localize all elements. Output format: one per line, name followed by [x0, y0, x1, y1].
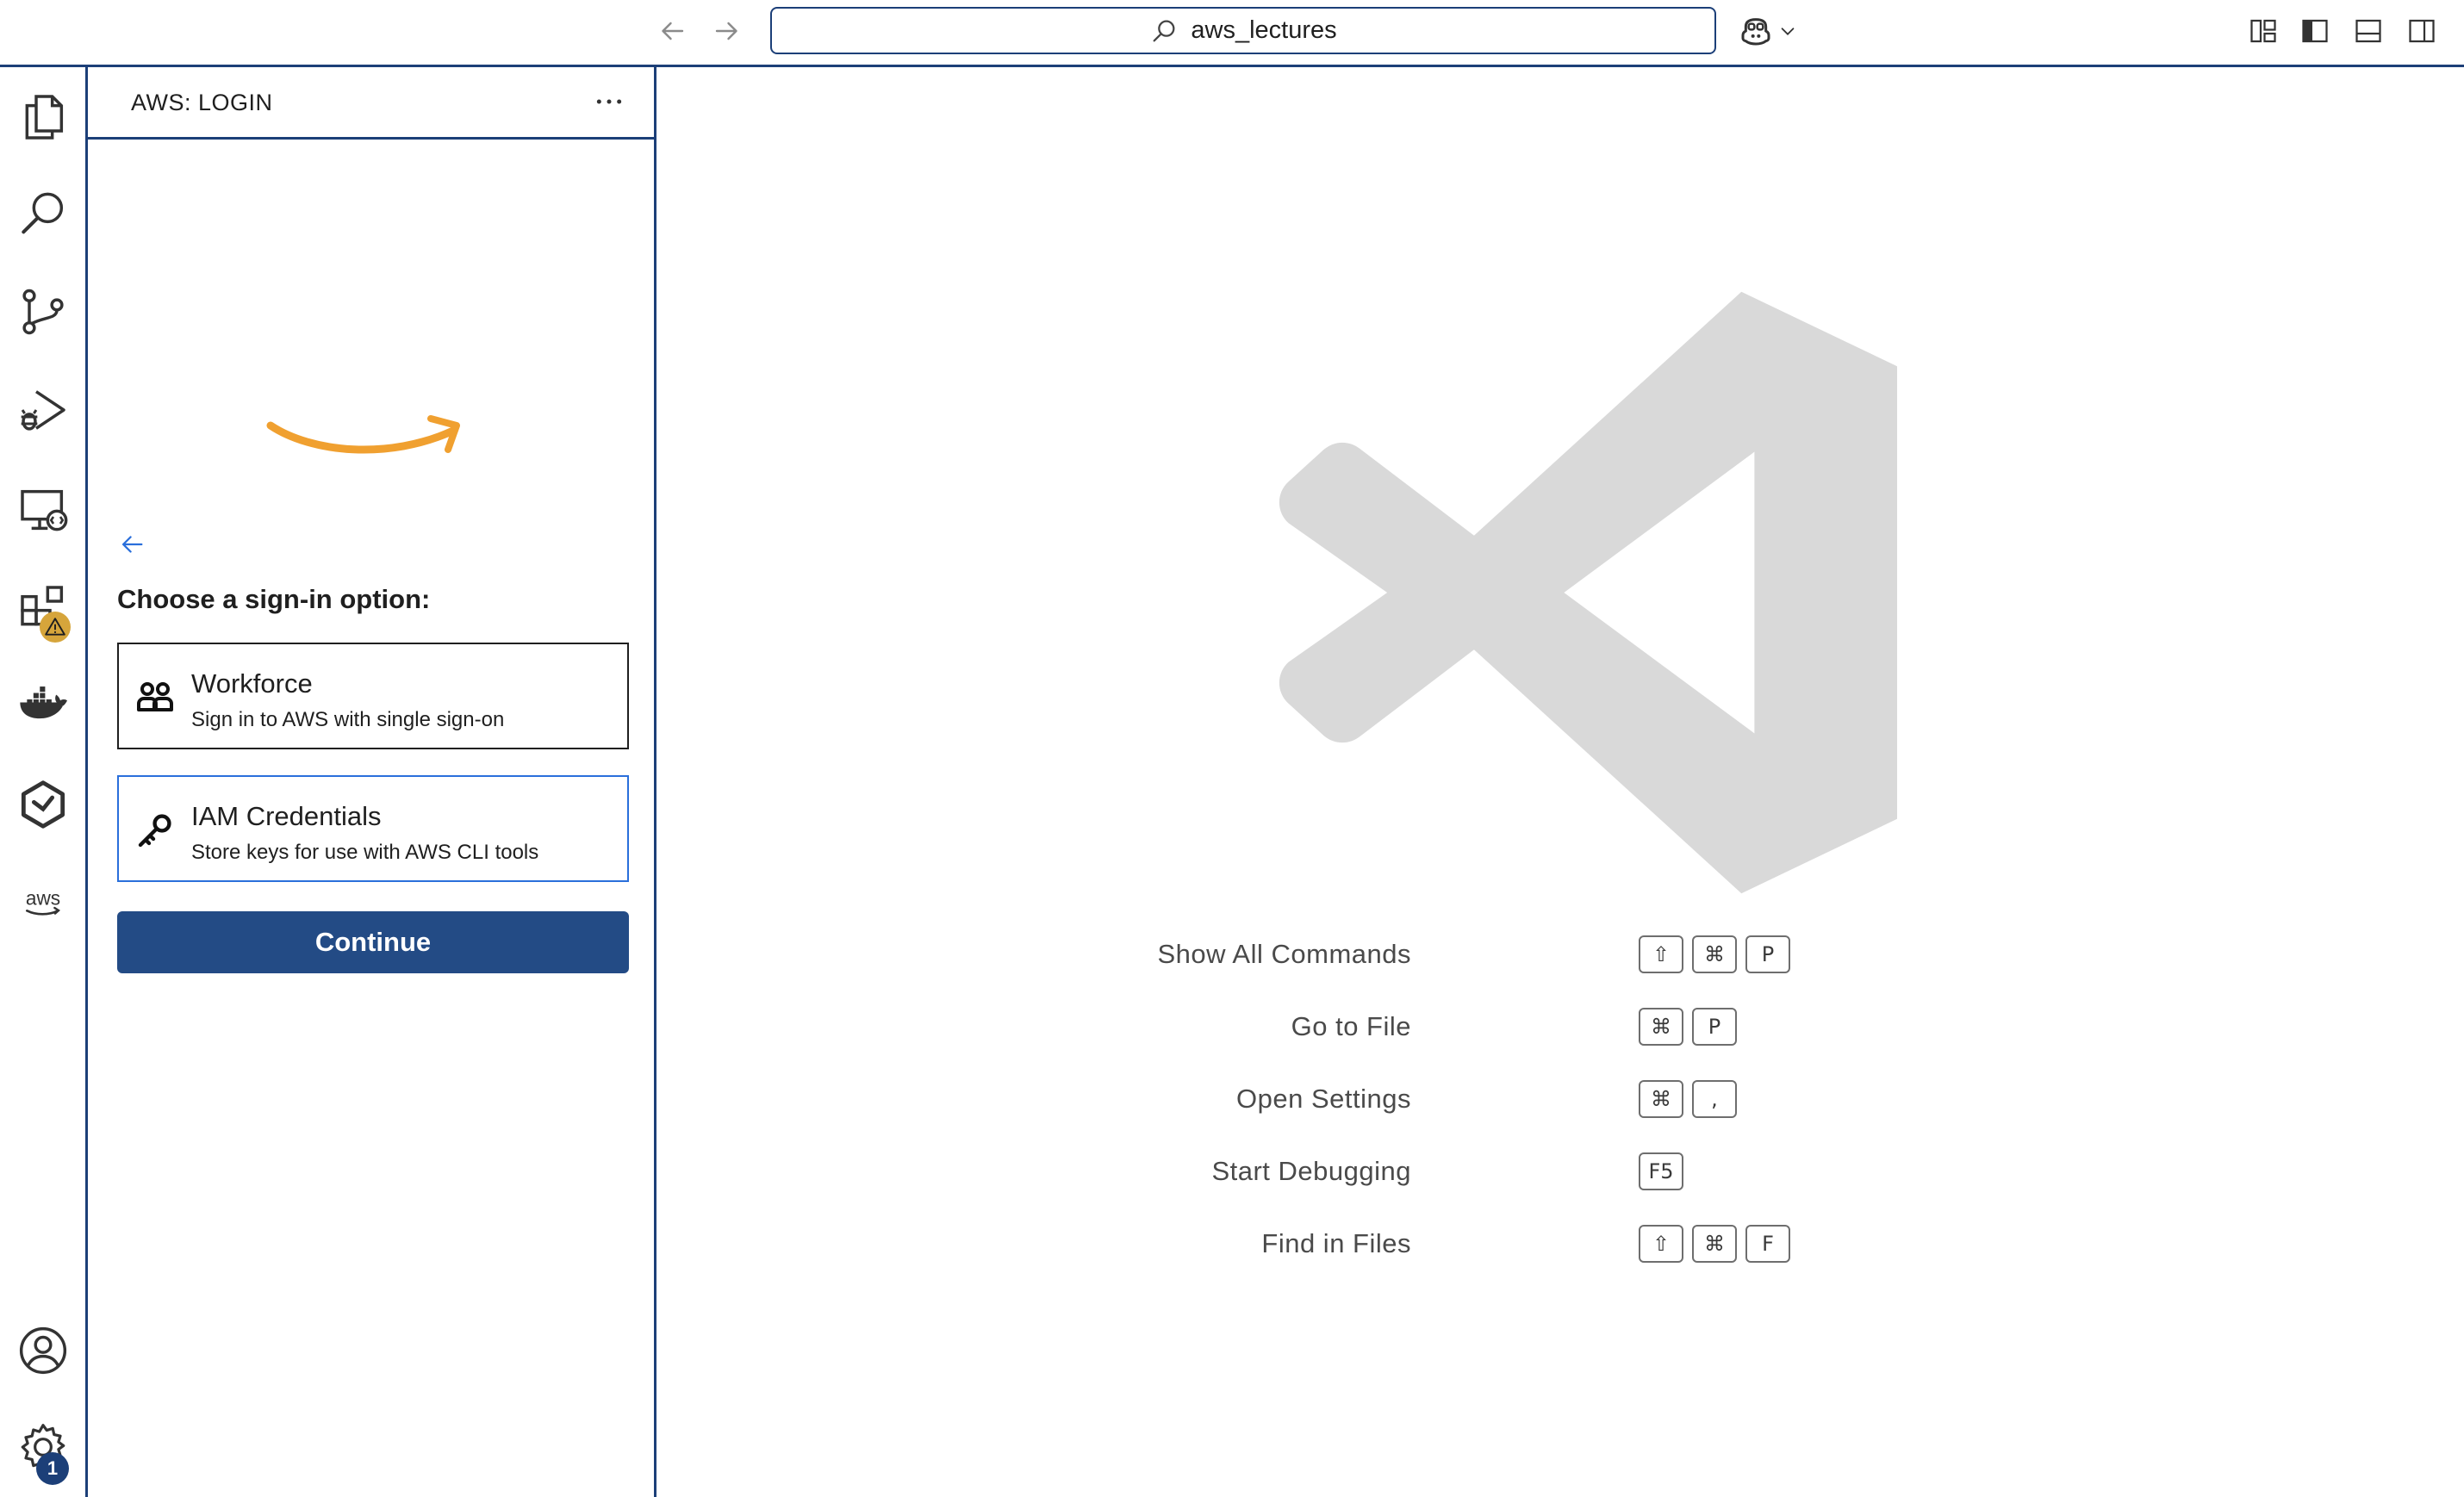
activity-search[interactable] [0, 171, 85, 257]
sign-in-prompt: Choose a sign-in option: [117, 584, 431, 614]
activity-kubernetes[interactable] [0, 761, 85, 848]
shortcut-show-all-commands: Show All Commands ⇧ ⌘ P [656, 929, 2464, 980]
shortcut-label: Go to File [1291, 1011, 1411, 1041]
kubernetes-icon [21, 780, 65, 829]
key-comma: , [1692, 1080, 1737, 1118]
key-command: ⌘ [1692, 935, 1737, 973]
account-icon [19, 1326, 66, 1375]
key-command: ⌘ [1639, 1008, 1683, 1046]
aws-smile-logo [266, 415, 460, 454]
source-control-icon [22, 289, 64, 335]
run-debug-icon [21, 390, 65, 431]
remote-explorer-icon [20, 489, 67, 531]
copilot-icon [1741, 18, 1770, 46]
copilot-menu-button[interactable] [1739, 12, 1797, 50]
go-forward-button[interactable] [706, 12, 748, 50]
aws-icon: aws [25, 887, 60, 916]
option-title: IAM Credentials [191, 801, 382, 831]
toggle-primary-sidebar-button[interactable] [2295, 12, 2335, 50]
search-icon [21, 192, 63, 234]
shortcut-start-debugging: Start Debugging F5 [656, 1146, 2464, 1197]
back-button[interactable] [112, 527, 152, 562]
arrow-left-icon [662, 22, 684, 40]
option-workforce[interactable]: Workforce Sign in to AWS with single sig… [117, 643, 629, 749]
shortcut-label: Show All Commands [1157, 939, 1411, 969]
activity-remote-explorer[interactable] [0, 467, 85, 553]
activity-manage-settings[interactable]: 1 [0, 1404, 85, 1490]
key-f: F [1745, 1225, 1790, 1263]
activity-extensions[interactable] [0, 565, 85, 651]
option-description: Sign in to AWS with single sign-on [191, 708, 505, 731]
settings-update-badge: 1 [36, 1452, 69, 1485]
activity-accounts[interactable] [0, 1308, 85, 1394]
toggle-secondary-sidebar-button[interactable] [2402, 12, 2442, 50]
go-back-button[interactable] [651, 12, 693, 50]
key-command: ⌘ [1692, 1225, 1737, 1263]
shortcut-label: Start Debugging [1211, 1156, 1411, 1186]
chevron-down-icon [1781, 28, 1795, 35]
continue-button[interactable]: Continue [117, 911, 629, 973]
shortcut-go-to-file: Go to File ⌘ P [656, 1001, 2464, 1053]
ellipsis-icon [596, 99, 622, 104]
search-icon [1153, 20, 1175, 41]
toggle-panel-icon [2355, 19, 2381, 43]
key-command: ⌘ [1639, 1080, 1683, 1118]
shortcut-open-settings: Open Settings ⌘ , [656, 1073, 2464, 1125]
aws-login-sidebar: AWS: LOGIN Choose a sign-in option: Work… [88, 67, 656, 1497]
editor-empty-area: Show All Commands ⇧ ⌘ P Go to File ⌘ P O… [656, 67, 2464, 1497]
svg-text:aws: aws [25, 887, 59, 910]
shortcut-find-in-files: Find in Files ⇧ ⌘ F [656, 1218, 2464, 1270]
customize-layout-button[interactable] [2243, 12, 2283, 50]
toggle-secondary-sidebar-icon [2409, 19, 2435, 43]
sidebar-title: AWS: LOGIN [131, 90, 273, 115]
key-shift: ⇧ [1639, 1225, 1683, 1263]
activity-run-debug[interactable] [0, 367, 85, 453]
key-p: P [1745, 935, 1790, 973]
vscode-logo-watermark [1279, 291, 1897, 894]
command-center-search[interactable]: aws_lectures [770, 7, 1716, 54]
warning-icon [45, 618, 65, 636]
title-bar: aws_lectures [0, 0, 2464, 67]
activity-bar: aws 1 [0, 67, 88, 1497]
activity-explorer[interactable] [0, 74, 85, 160]
option-iam-credentials[interactable]: IAM Credentials Store keys for use with … [117, 775, 629, 882]
option-title: Workforce [191, 668, 313, 699]
shortcut-label: Find in Files [1261, 1228, 1411, 1258]
key-f5: F5 [1639, 1152, 1683, 1190]
extensions-warning-badge [40, 612, 71, 643]
option-description: Store keys for use with AWS CLI tools [191, 841, 539, 864]
arrow-right-icon [715, 22, 737, 40]
toggle-panel-button[interactable] [2349, 12, 2388, 50]
docker-icon [19, 686, 67, 719]
customize-layout-icon [2250, 19, 2276, 43]
users-icon [137, 682, 173, 711]
activity-source-control[interactable] [0, 269, 85, 355]
sidebar-header: AWS: LOGIN [88, 67, 654, 140]
activity-docker[interactable] [0, 663, 85, 749]
more-actions-button[interactable] [588, 83, 631, 121]
workspace-name: aws_lectures [1191, 16, 1337, 44]
toggle-primary-sidebar-icon [2302, 19, 2328, 43]
key-icon [138, 814, 171, 848]
arrow-left-icon [121, 536, 143, 553]
shortcut-label: Open Settings [1236, 1084, 1411, 1114]
activity-aws[interactable]: aws [0, 860, 85, 946]
key-p: P [1692, 1008, 1737, 1046]
files-icon [25, 95, 63, 140]
key-shift: ⇧ [1639, 935, 1683, 973]
